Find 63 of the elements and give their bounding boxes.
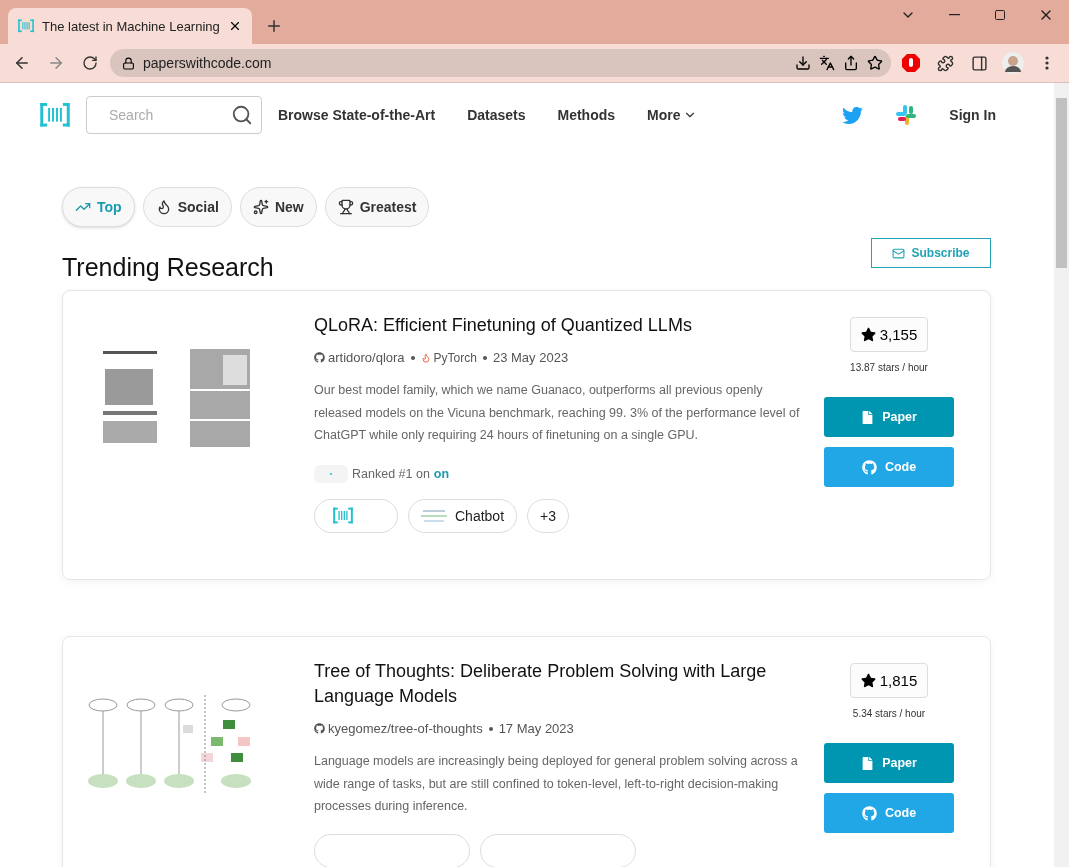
paper-button[interactable]: Paper — [824, 397, 954, 437]
trophy-icon — [337, 199, 354, 215]
search-field[interactable]: Search — [86, 96, 262, 134]
profile-button[interactable] — [999, 49, 1027, 77]
twitter-icon[interactable] — [842, 104, 864, 126]
github-icon — [861, 459, 877, 475]
filter-tab[interactable]: New — [239, 187, 317, 227]
paper-title[interactable]: QLoRA: Efficient Finetuning of Quantized LLMs — [314, 313, 800, 338]
download-icon[interactable] — [795, 55, 811, 71]
paper-date: 23 May 2023 — [492, 350, 569, 365]
mail-icon — [892, 246, 906, 260]
lock-icon — [122, 56, 135, 70]
tab-title: The latest in Machine Learning — [42, 18, 220, 34]
github-icon — [314, 723, 325, 734]
pwc-logo-icon — [40, 102, 70, 128]
section-heading: Trending Research — [62, 253, 274, 282]
filter-tab[interactable]: Social — [142, 187, 232, 227]
nav-link[interactable]: More — [647, 107, 697, 123]
star-count[interactable]: 1,815 — [849, 663, 929, 698]
filter-tab[interactable]: Greatest — [324, 187, 430, 227]
github-icon — [314, 352, 325, 363]
nav-link[interactable]: Browse State-of-the-Art — [278, 107, 436, 123]
star-count[interactable]: 3,155 — [849, 317, 929, 352]
nav-link[interactable]: Methods — [557, 107, 616, 123]
sign-in-link[interactable]: Sign In — [949, 107, 996, 123]
pwc-logo-icon — [333, 507, 353, 524]
translate-icon[interactable] — [819, 55, 835, 71]
scrollbar[interactable] — [1054, 83, 1069, 867]
share-icon[interactable] — [843, 55, 859, 71]
maximize-icon — [994, 9, 1006, 21]
paper-title[interactable]: Tree of Thoughts: Deliberate Problem Solving with Large Language Models — [314, 659, 800, 709]
stars-rate: 5.34 stars / hour — [852, 708, 926, 719]
repo-link[interactable]: artidoro/qlora — [314, 350, 405, 365]
menu-icon — [1045, 56, 1049, 70]
repo-link[interactable]: kyegomez/tree-of-thoughts — [314, 721, 483, 736]
arrow-right-icon — [47, 54, 65, 72]
star-icon — [860, 327, 876, 342]
stop-sign-icon — [902, 54, 920, 72]
paper-abstract: Language models are increasingly being deployed for general problem solving across a wide range of tasks, but are still confined to token-level, left-to-right decision-making processes during inference. — [314, 753, 799, 815]
favicon-icon — [18, 19, 34, 33]
puzzle-icon — [936, 54, 954, 72]
address-bar[interactable]: paperswithcode.com — [110, 49, 891, 77]
star-icon — [860, 673, 876, 688]
paper-button[interactable]: Paper — [824, 743, 954, 783]
sparkles-icon — [252, 199, 269, 215]
minimize-icon — [948, 14, 960, 16]
framework-label: PyTorch — [420, 350, 477, 365]
bookmark-star-icon[interactable] — [867, 55, 883, 71]
nav-link[interactable]: Datasets — [467, 107, 526, 123]
file-icon — [861, 410, 875, 424]
search-icon[interactable] — [231, 104, 253, 126]
paper-abstract: Our best model family, which we name Guanaco, outperforms all previous openly released models on the Vicuna benchmark, reaching 99. 3% of the performance level of ChatGPT while only requiring 24 hours of finetuning on a single GPU. — [314, 382, 800, 444]
ranked-text: Ranked #1 on — [352, 466, 430, 481]
side-panel-icon — [970, 54, 988, 72]
browser-tab[interactable]: The latest in Machine Learning — [8, 8, 252, 44]
avatar-icon — [1002, 52, 1024, 74]
github-icon — [861, 805, 877, 821]
flame-icon — [420, 352, 431, 363]
stars-rate: 13.87 stars / hour — [850, 362, 928, 373]
file-icon — [861, 756, 875, 770]
paper-date: 17 May 2023 — [498, 721, 574, 736]
slack-icon[interactable] — [895, 104, 918, 126]
reload-icon — [82, 55, 98, 71]
